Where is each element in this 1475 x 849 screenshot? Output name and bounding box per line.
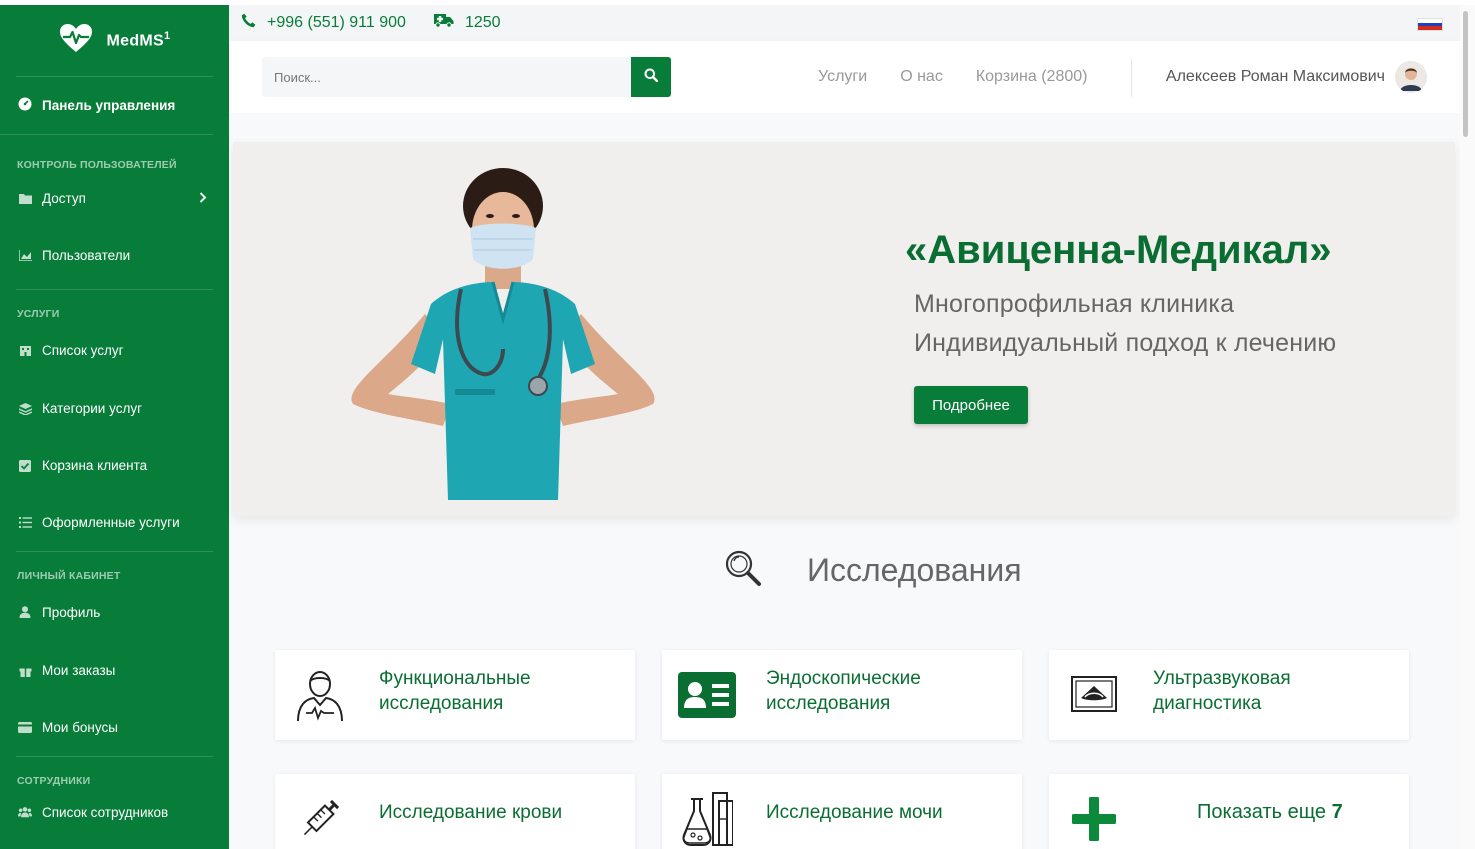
research-card-functional[interactable]: Функциональные исследования — [275, 650, 635, 740]
hero-subtitle: Индивидуальный подход к лечению — [914, 329, 1337, 357]
research-card-urine[interactable]: Исследование мочи — [662, 774, 1022, 849]
language-flag-icon[interactable] — [1417, 18, 1443, 31]
checkbox-icon — [18, 459, 32, 473]
app-window: MedMS1 Панель управления Контроль пользо… — [0, 0, 1475, 849]
sidebar-item-label: Оформленные услуги — [42, 515, 180, 530]
main-nav: Услуги О нас Корзина (2800) — [818, 41, 1087, 113]
sidebar-item-label: Мои заказы — [42, 663, 116, 678]
sidebar-item-label: Категории услуг — [42, 401, 142, 416]
header: Услуги О нас Корзина (2800) Алексеев Ром… — [229, 41, 1460, 113]
sidebar-item-label: Список сотрудников — [42, 804, 169, 820]
nurse-image — [343, 164, 673, 500]
research-card-blood[interactable]: Исследование крови — [275, 774, 635, 849]
sidebar-item-label: Панель управления — [42, 98, 176, 113]
sidebar-item-access[interactable]: Доступ — [0, 175, 229, 222]
card-label: Исследование мочи — [766, 802, 943, 823]
sidebar-item-label: Пользователи — [42, 248, 131, 263]
sidebar-item-profile[interactable]: Профиль — [0, 582, 229, 642]
user-name: Алексеев Роман Максимович — [1165, 68, 1385, 85]
dashboard-gauge-icon — [18, 97, 32, 114]
area-chart-icon — [18, 249, 32, 263]
nav-link-services[interactable]: Услуги — [818, 68, 867, 86]
section-title: Исследования — [807, 552, 1022, 588]
page-scrollbar[interactable] — [1460, 5, 1475, 849]
layers-icon — [18, 402, 32, 416]
scrollbar-thumb[interactable] — [1463, 11, 1468, 137]
research-card-ultrasound[interactable]: Ультразвуковая диагностика — [1049, 650, 1409, 740]
doctor-icon — [289, 664, 351, 726]
sidebar-item-service-categories[interactable]: Категории услуг — [0, 380, 229, 437]
phone-icon — [241, 13, 256, 33]
sidebar-item-services-list[interactable]: Список услуг — [0, 320, 229, 380]
main-content: «Авиценна-Медикал» Многопрофильная клини… — [229, 113, 1460, 849]
nav-link-cart[interactable]: Корзина (2800) — [976, 68, 1088, 86]
heart-pulse-icon — [59, 23, 93, 58]
credit-card-icon — [18, 721, 32, 735]
magnifier-icon — [723, 548, 763, 593]
building-icon — [18, 343, 32, 357]
list-icon — [18, 516, 32, 530]
lab-flasks-icon — [676, 788, 738, 849]
sidebar-item-client-cart[interactable]: Корзина клиента — [0, 437, 229, 494]
ultrasound-icon — [1063, 664, 1125, 726]
user-menu[interactable]: Алексеев Роман Максимович — [1166, 41, 1427, 113]
hero-banner: «Авиценна-Медикал» Многопрофильная клини… — [233, 142, 1455, 516]
gift-icon — [18, 664, 32, 678]
sidebar-section-title: Сотрудники — [17, 775, 91, 787]
card-label: Ультразвуковая диагностика — [1153, 668, 1291, 714]
user-icon — [18, 605, 32, 619]
plus-icon — [1063, 788, 1125, 849]
sidebar-item-label: Список услуг — [42, 342, 124, 358]
sidebar-item-my-bonuses[interactable]: Мои бонусы — [0, 699, 229, 756]
search-button[interactable] — [631, 57, 671, 97]
show-more-label: Показать еще 7 — [1197, 801, 1343, 823]
sidebar-section-title: Контроль пользователей — [17, 159, 177, 171]
research-heading: Исследования — [723, 548, 1022, 593]
sidebar-section-title: Личный кабинет — [17, 570, 121, 582]
chevron-right-icon — [199, 191, 207, 206]
header-divider — [1131, 59, 1132, 97]
hero-subtitle: Многопрофильная клиника — [914, 290, 1235, 318]
sidebar-item-ordered-services[interactable]: Оформленные услуги — [0, 494, 229, 551]
users-icon — [18, 805, 32, 819]
brand-logo[interactable]: MedMS1 — [16, 5, 213, 77]
id-card-icon — [676, 664, 738, 726]
sidebar-item-label: Корзина клиента — [42, 458, 148, 473]
sidebar-item-label: Мои бонусы — [42, 720, 118, 735]
sidebar: MedMS1 Панель управления Контроль пользо… — [0, 5, 229, 849]
card-label: Исследование крови — [379, 802, 563, 823]
sidebar-item-dashboard[interactable]: Панель управления — [0, 77, 213, 135]
syringe-icon — [289, 788, 351, 849]
phone-number: +996 (551) 911 900 — [267, 14, 406, 31]
phone-contact[interactable]: +996 (551) 911 900 — [241, 13, 406, 33]
show-more-card[interactable]: Показать еще 7 — [1049, 774, 1409, 849]
ambulance-number: 1250 — [464, 14, 501, 31]
ambulance-icon — [433, 13, 454, 33]
sidebar-section-title: Услуги — [17, 308, 60, 320]
avatar — [1395, 61, 1427, 93]
sidebar-item-label: Профиль — [42, 604, 101, 620]
card-label: Эндоскопические исследования — [766, 668, 921, 714]
hero-title: «Авиценна-Медикал» — [905, 228, 1332, 272]
contact-bar: +996 (551) 911 900 1250 — [229, 5, 1460, 41]
brand-name: MedMS1 — [106, 30, 171, 50]
sidebar-item-my-orders[interactable]: Мои заказы — [0, 642, 229, 699]
card-label: Функциональные исследования — [379, 668, 531, 714]
ambulance-contact[interactable]: 1250 — [433, 13, 501, 33]
sidebar-item-staff-list[interactable]: Список сотрудников — [0, 787, 229, 837]
search-input[interactable] — [262, 57, 631, 97]
nav-link-about[interactable]: О нас — [900, 68, 943, 86]
more-info-button[interactable]: Подробнее — [914, 386, 1028, 424]
sidebar-item-users[interactable]: Пользователи — [0, 222, 229, 289]
sidebar-item-label: Доступ — [42, 191, 86, 206]
folder-icon — [18, 192, 32, 206]
research-card-endoscopic[interactable]: Эндоскопические исследования — [662, 650, 1022, 740]
search-icon — [644, 68, 659, 87]
